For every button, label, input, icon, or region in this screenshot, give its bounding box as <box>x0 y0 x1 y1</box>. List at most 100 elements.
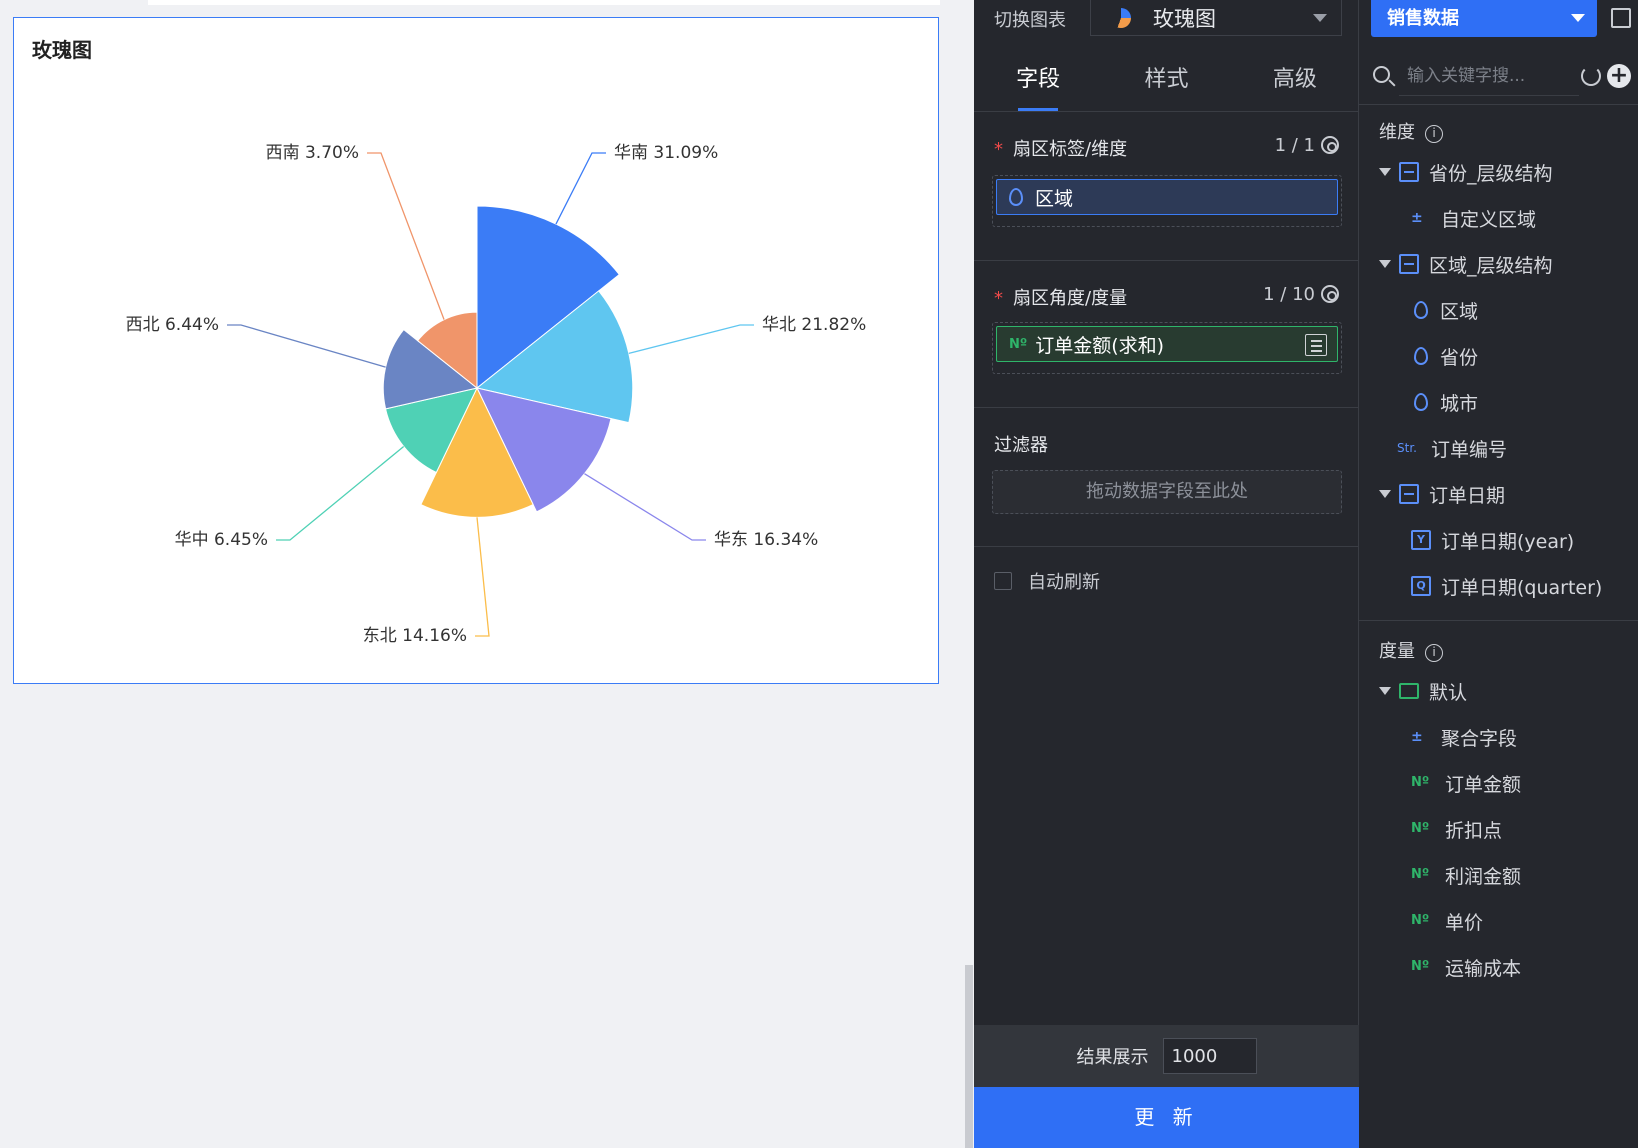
chevron-down-icon <box>1571 14 1585 22</box>
sector-angle-count-value: 1 / 10 <box>1263 284 1315 305</box>
search-icon <box>1373 66 1390 83</box>
field-label: 省份_层级结构 <box>1429 162 1553 185</box>
measure-pill-order-amount[interactable]: Nº 订单金额(求和) <box>996 326 1338 362</box>
data-fields-panel: 销售数据 + 维度 i 省份_层级结构 ± 自定义区域区域_层级结构区域省份城市 Str… <box>1359 0 1638 1148</box>
dimension-title: 维度 <box>1379 122 1415 143</box>
info-icon[interactable]: i <box>1425 125 1443 143</box>
field-item[interactable]: ± 聚合字段 <box>1411 722 1517 752</box>
sector-label-dropzone[interactable]: 区域 <box>992 175 1342 227</box>
folder-icon <box>1399 683 1419 699</box>
field-label: 订单日期 <box>1429 484 1506 507</box>
measure-title: 度量 <box>1379 641 1415 662</box>
field-item[interactable]: Nº 单价 <box>1411 906 1483 936</box>
auto-refresh-option[interactable]: 自动刷新 <box>994 568 1100 594</box>
result-limit-input[interactable] <box>1162 1038 1257 1074</box>
location-icon <box>1414 301 1428 319</box>
number-icon: Nº <box>1009 336 1028 352</box>
divider <box>1359 104 1638 105</box>
location-icon <box>1009 188 1023 206</box>
field-item[interactable]: 区域 <box>1411 295 1478 325</box>
filter-dropzone[interactable]: 拖动数据字段至此处 <box>992 470 1342 514</box>
chevron-down-icon <box>1313 14 1327 22</box>
label-leader-line <box>227 324 386 368</box>
field-label: 订单日期(quarter) <box>1441 576 1603 599</box>
sector-angle-count: 1 / 10 <box>1263 284 1339 305</box>
label-leader-line <box>367 152 445 320</box>
tab-style[interactable]: 样式 <box>1102 48 1230 111</box>
sector-label-title: 扇区标签/维度 <box>1013 139 1128 160</box>
sector-label-heading: * 扇区标签/维度 <box>994 139 1128 160</box>
gear-icon[interactable] <box>1321 136 1339 154</box>
label-leader-line <box>555 152 606 225</box>
field-item[interactable]: 省份_层级结构 <box>1379 157 1553 187</box>
tab-advanced[interactable]: 高级 <box>1231 48 1359 111</box>
expand-icon[interactable] <box>1379 490 1391 498</box>
rose-sector-label: 东北 14.16% <box>363 626 467 646</box>
field-item[interactable]: 区域_层级结构 <box>1379 249 1553 279</box>
calc-icon: ± <box>1411 210 1423 226</box>
field-item[interactable]: Nº 运输成本 <box>1411 952 1521 982</box>
previous-card-edge <box>148 0 940 5</box>
field-item[interactable]: Nº 折扣点 <box>1411 814 1502 844</box>
field-label: 订单编号 <box>1431 438 1508 461</box>
info-icon[interactable]: i <box>1425 644 1443 662</box>
auto-refresh-label: 自动刷新 <box>1028 572 1100 593</box>
expand-icon[interactable] <box>1379 168 1391 176</box>
chart-type-select[interactable]: 玫瑰图 <box>1090 0 1342 36</box>
field-item[interactable]: 省份 <box>1411 341 1478 371</box>
sector-angle-dropzone[interactable]: Nº 订单金额(求和) <box>992 322 1342 374</box>
auto-refresh-checkbox[interactable] <box>994 572 1012 590</box>
rose-chart-icon <box>1111 7 1131 28</box>
field-item[interactable]: 订单日期 <box>1379 479 1505 509</box>
number-icon: Nº <box>1411 821 1430 836</box>
dimension-pill-region[interactable]: 区域 <box>996 179 1338 215</box>
dataset-name: 销售数据 <box>1387 8 1459 29</box>
field-item[interactable]: 默认 <box>1379 676 1467 706</box>
number-icon: Nº <box>1411 913 1430 928</box>
chart-card[interactable]: 玫瑰图 华南 31.09% 华北 21.82% 华东 16.34% 东北 14.16%… <box>13 17 939 684</box>
sort-icon[interactable] <box>1305 334 1327 356</box>
measure-group-header: 度量 i <box>1379 637 1443 663</box>
result-limit-label: 结果展示 <box>1076 1047 1149 1068</box>
field-item[interactable]: Str. 订单编号 <box>1397 433 1507 463</box>
number-icon: Nº <box>1411 775 1430 790</box>
field-label: 单价 <box>1445 911 1484 934</box>
field-item[interactable]: Y 订单日期(year) <box>1411 525 1574 555</box>
field-label: 订单日期(year) <box>1441 530 1575 553</box>
rose-sector-label: 西北 6.44% <box>126 315 219 335</box>
field-item[interactable]: Nº 利润金额 <box>1411 860 1521 890</box>
filter-title: 过滤器 <box>994 435 1048 456</box>
dataset-select[interactable]: 销售数据 <box>1371 0 1597 37</box>
field-item[interactable]: ± 自定义区域 <box>1411 203 1536 233</box>
hierarchy-icon <box>1399 484 1419 504</box>
field-item[interactable]: 城市 <box>1411 387 1478 417</box>
field-label: 城市 <box>1440 392 1479 415</box>
vertical-scrollbar[interactable] <box>965 965 973 1148</box>
refresh-icon[interactable] <box>1581 66 1601 86</box>
field-item[interactable]: Nº 订单金额 <box>1411 768 1521 798</box>
rose-chart: 华南 31.09% 华北 21.82% 华东 16.34% 东北 14.16% 华中 6… <box>126 143 867 646</box>
expand-icon[interactable] <box>1379 687 1391 695</box>
field-label: 区域 <box>1440 300 1479 323</box>
expand-icon[interactable] <box>1379 260 1391 268</box>
edit-icon[interactable] <box>1611 8 1631 28</box>
field-item[interactable]: Q 订单日期(quarter) <box>1411 571 1602 601</box>
field-label: 默认 <box>1429 681 1468 704</box>
label-leader-line <box>475 517 490 637</box>
update-button[interactable]: 更 新 <box>974 1087 1359 1148</box>
chart-type-value: 玫瑰图 <box>1153 6 1216 31</box>
quarter-icon: Q <box>1411 576 1431 596</box>
label-leader-line <box>584 473 706 541</box>
field-label: 折扣点 <box>1445 819 1503 842</box>
result-limit-row: 结果展示 <box>974 1025 1359 1087</box>
rose-sector-label: 华南 31.09% <box>614 143 718 163</box>
field-search-input[interactable] <box>1399 56 1579 96</box>
dimension-group-header: 维度 i <box>1379 118 1443 144</box>
gear-icon[interactable] <box>1321 285 1339 303</box>
rose-sector-label: 华中 6.45% <box>175 530 268 550</box>
chart-config-panel: 切换图表 玫瑰图 字段 样式 高级 * 扇区标签/维度 1 / 1 区域 * 扇区角… <box>974 0 1359 1148</box>
tab-fields[interactable]: 字段 <box>974 48 1102 111</box>
sector-label-section: * 扇区标签/维度 1 / 1 区域 <box>974 113 1359 261</box>
sector-label-count-value: 1 / 1 <box>1274 135 1315 156</box>
add-icon[interactable]: + <box>1607 64 1631 88</box>
